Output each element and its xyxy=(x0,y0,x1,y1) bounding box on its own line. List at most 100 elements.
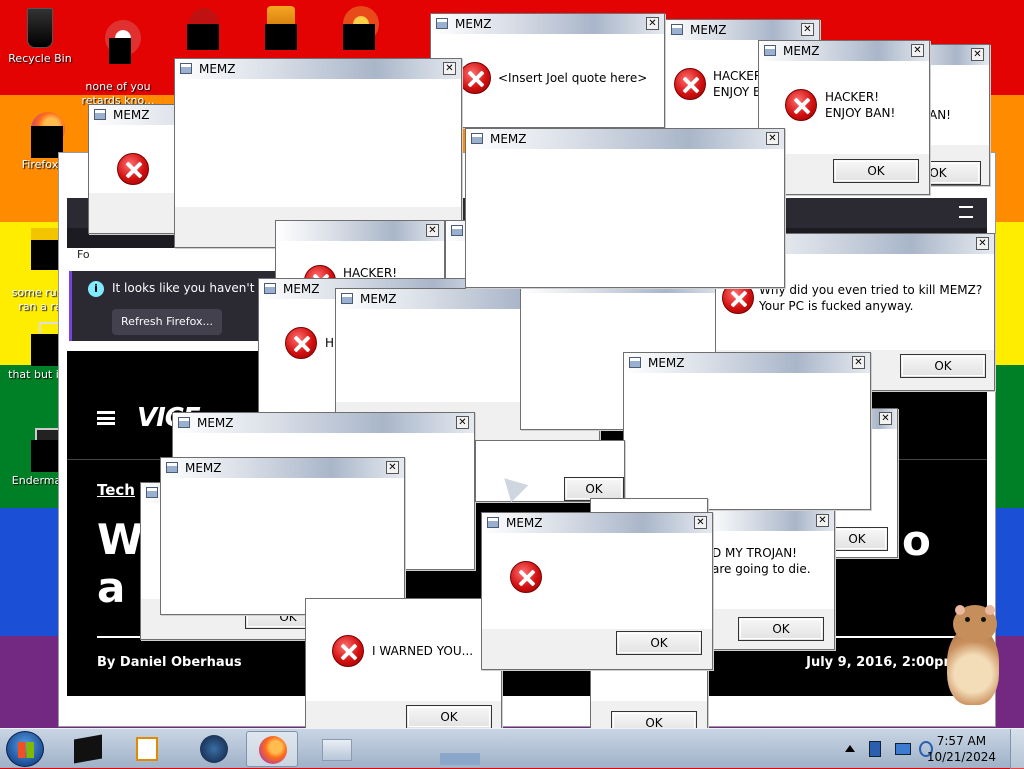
memz-dialog[interactable]: OK xyxy=(475,440,625,503)
firefox-icon xyxy=(17,112,65,158)
close-icon[interactable]: ✕ xyxy=(646,17,659,30)
dialog-message: AN! xyxy=(929,108,951,122)
memz-dialog[interactable]: MEMZ ✕ xyxy=(160,457,405,615)
taskbar-app-button[interactable] xyxy=(188,731,240,767)
clock[interactable]: 7:57 AM 10/21/2024 xyxy=(927,733,996,765)
close-icon[interactable]: ✕ xyxy=(879,412,892,425)
window-icon xyxy=(487,517,499,528)
close-icon[interactable]: ✕ xyxy=(911,44,924,57)
dialog-message: H xyxy=(325,336,335,350)
window-icon xyxy=(671,24,683,35)
ok-button[interactable]: OK xyxy=(900,354,986,378)
ok-button[interactable]: OK xyxy=(406,705,492,729)
taskbar-firefox-button[interactable] xyxy=(246,731,298,767)
error-icon xyxy=(510,561,542,593)
window-icon xyxy=(451,225,463,236)
memz-dialog[interactable]: MEMZ ✕ xyxy=(623,352,871,510)
window-icon xyxy=(436,18,448,29)
error-icon xyxy=(674,68,706,100)
menu-icon[interactable] xyxy=(959,206,973,218)
dialog-title: MEMZ xyxy=(648,356,685,370)
dialog-titlebar[interactable]: ✕ xyxy=(276,221,444,241)
memz-dialog[interactable]: MEMZ ✕ xyxy=(465,128,785,288)
windows-logo-icon xyxy=(18,742,34,758)
close-icon[interactable]: ✕ xyxy=(456,416,469,429)
memz-dialog[interactable]: ✕ D MY TROJAN! are going to die. OK xyxy=(705,510,835,650)
close-icon[interactable]: ✕ xyxy=(816,514,829,527)
headline-fragment: o xyxy=(902,516,931,565)
dialog-title: MEMZ xyxy=(283,282,320,296)
app-icon xyxy=(74,734,102,764)
close-icon[interactable]: ✕ xyxy=(694,516,707,529)
start-button[interactable] xyxy=(6,731,44,767)
error-icon xyxy=(785,89,817,121)
ok-button[interactable]: OK xyxy=(738,617,824,641)
dialog-message: I WARNED YOU... xyxy=(372,644,474,658)
desktop-icon-generic[interactable] xyxy=(234,6,314,52)
memz-dialog[interactable]: I WARNED YOU... OK xyxy=(305,598,502,742)
taskbar-app-button[interactable] xyxy=(308,731,368,767)
ok-button[interactable]: OK xyxy=(833,159,919,183)
dialog-titlebar[interactable]: MEMZ ✕ xyxy=(482,513,712,533)
window-icon xyxy=(178,417,190,428)
error-icon xyxy=(332,635,364,667)
media-player-icon xyxy=(136,737,158,761)
monitor-icon[interactable] xyxy=(895,743,911,755)
fragment-text: Fo xyxy=(77,248,90,261)
ok-button[interactable]: OK xyxy=(616,631,702,655)
file-icon xyxy=(17,322,67,366)
close-icon[interactable]: ✕ xyxy=(801,23,814,36)
desktop-icon-file[interactable]: none of you retards kno... xyxy=(78,6,158,108)
dialog-titlebar[interactable]: MEMZ ✕ xyxy=(466,129,784,149)
close-icon[interactable]: ✕ xyxy=(976,237,989,250)
desktop-icon-label: Firefox xyxy=(21,158,59,171)
dialog-titlebar[interactable]: MEMZ ✕ xyxy=(175,59,461,79)
close-icon[interactable]: ✕ xyxy=(443,62,456,75)
close-icon[interactable]: ✕ xyxy=(971,48,984,61)
close-icon[interactable]: ✕ xyxy=(386,461,399,474)
refresh-firefox-button[interactable]: Refresh Firefox... xyxy=(112,309,222,335)
dialog-titlebar[interactable]: ✕ xyxy=(706,511,834,531)
site-menu-icon[interactable] xyxy=(97,411,115,425)
dialog-title: MEMZ xyxy=(360,292,397,306)
tray-arrow-icon[interactable] xyxy=(845,745,855,752)
taskbar-app-button[interactable] xyxy=(430,731,490,767)
close-icon[interactable]: ✕ xyxy=(426,224,439,237)
dialog-titlebar[interactable]: MEMZ ✕ xyxy=(161,458,404,478)
dialog-title: MEMZ xyxy=(199,62,236,76)
dialog-titlebar[interactable]: MEMZ ✕ xyxy=(759,41,929,61)
desktop-icon-label: Recycle Bin xyxy=(8,52,72,65)
error-icon xyxy=(285,327,317,359)
memz-dialog[interactable]: MEMZ ✕ <Insert Joel quote here> xyxy=(430,13,665,128)
desktop-icon-generic[interactable] xyxy=(312,6,392,52)
dialog-titlebar[interactable]: MEMZ ✕ xyxy=(666,20,819,40)
window-icon xyxy=(166,462,178,473)
dialog-message: <Insert Joel quote here> xyxy=(498,71,648,85)
taskbar-app-button[interactable] xyxy=(62,731,114,767)
desktop-icon-recycle-bin[interactable]: Recycle Bin xyxy=(0,6,80,66)
show-desktop-button[interactable] xyxy=(1010,729,1024,769)
dialog-title: MEMZ xyxy=(490,132,527,146)
clock-time: 7:57 AM xyxy=(936,734,987,748)
dialog-title: MEMZ xyxy=(197,416,234,430)
desktop-icon-generic[interactable] xyxy=(156,6,236,52)
window-icon xyxy=(94,109,106,120)
network-icon[interactable] xyxy=(869,741,881,757)
window-icon xyxy=(146,487,158,498)
ok-button[interactable]: OK xyxy=(826,527,888,551)
close-icon[interactable]: ✕ xyxy=(766,132,779,145)
system-tray xyxy=(845,741,940,757)
dialog-titlebar[interactable]: MEMZ ✕ xyxy=(431,14,664,34)
taskbar-media-player-button[interactable] xyxy=(122,731,174,767)
memz-dialog[interactable]: MEMZ ✕ OK xyxy=(481,512,713,670)
window-icon xyxy=(341,293,353,304)
window-icon xyxy=(764,45,776,56)
error-icon xyxy=(117,153,149,185)
dialog-title: MEMZ xyxy=(185,461,222,475)
dialog-titlebar[interactable]: MEMZ ✕ xyxy=(173,413,474,433)
dialog-titlebar[interactable]: MEMZ ✕ xyxy=(624,353,870,373)
taskbar: 7:57 AM 10/21/2024 xyxy=(0,728,1024,769)
article-tag[interactable]: Tech xyxy=(97,481,135,499)
close-icon[interactable]: ✕ xyxy=(852,356,865,369)
dialog-message: HACKER! ENJOY BAN! xyxy=(825,90,896,120)
